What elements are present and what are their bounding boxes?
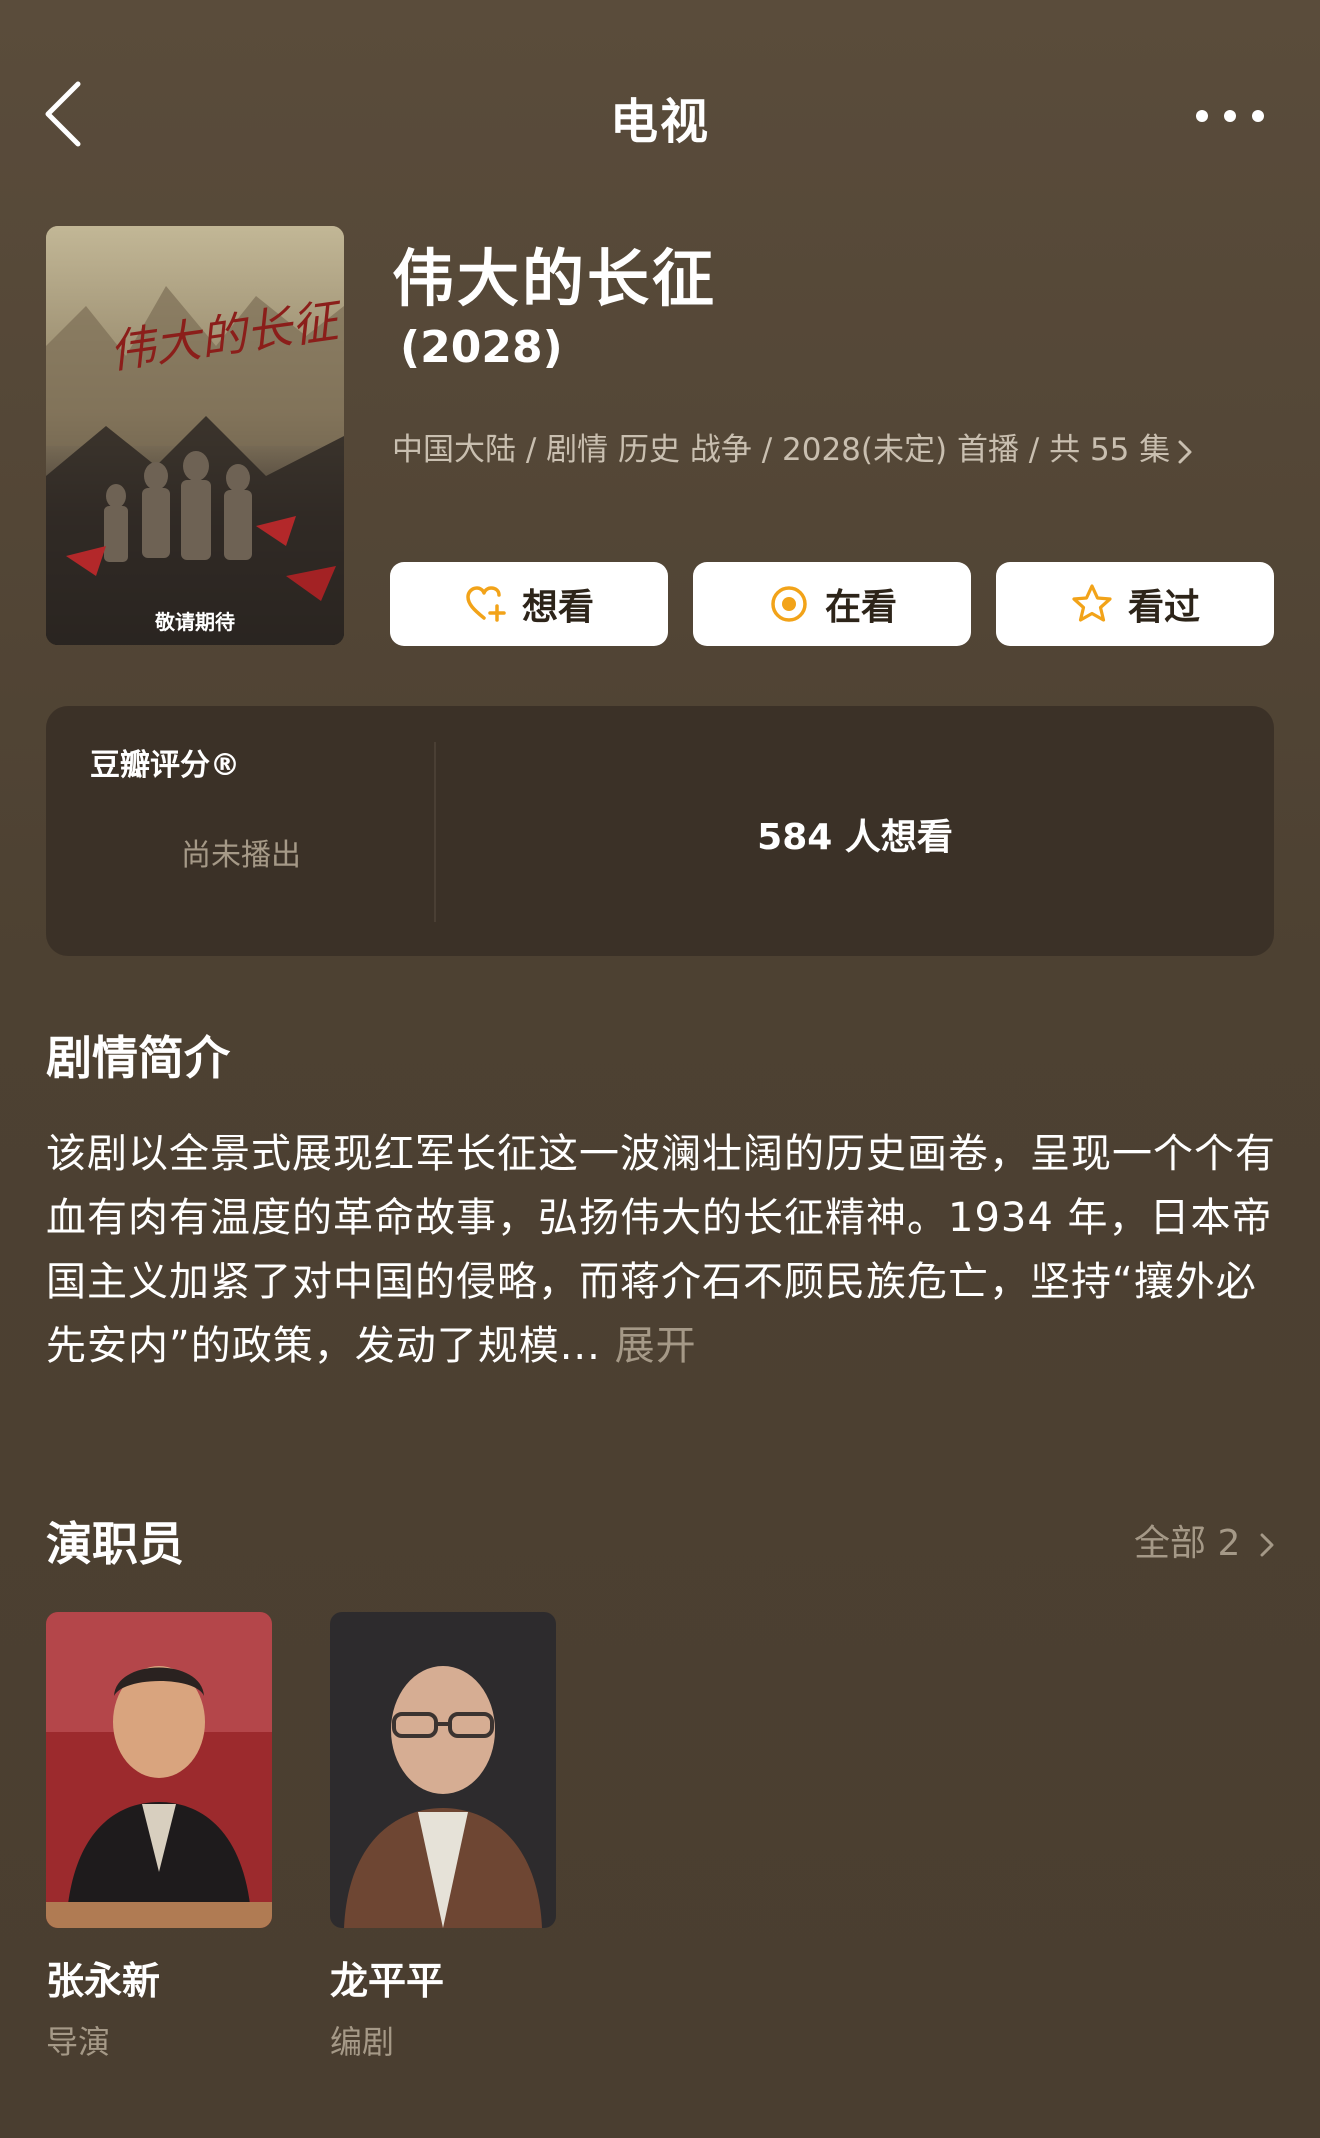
show-year: (2028) [400, 322, 563, 373]
page-title: 电视 [609, 94, 710, 150]
cast-role: 导演 [46, 2023, 111, 2061]
cast-member-card[interactable]: 张永新 导演 [46, 1612, 272, 2063]
watching-button[interactable]: 在看 [693, 562, 971, 646]
rating-status: 尚未播出 [181, 838, 301, 873]
more-dots-icon [1196, 110, 1264, 122]
see-all-cast-link[interactable]: 全部 2 [1134, 1514, 1276, 1566]
cast-name: 张永新 [46, 1959, 161, 2003]
cast-name: 龙平平 [330, 1959, 445, 2003]
cast-photo [330, 1612, 556, 1928]
chevron-right-icon [1178, 440, 1192, 463]
chevron-right-icon [1260, 1533, 1274, 1557]
page: 电视 伟大的长征 敬请期待 伟大的长征 (2028) 中国大陆 / 剧情 历史 … [0, 0, 1320, 2138]
synopsis-text-block: 该剧以全景式展现红军长征这一波澜壮阔的历史画卷，呈现一个个有血有肉有温度的革命故… [46, 1122, 1276, 1378]
poster-image[interactable]: 伟大的长征 敬请期待 [46, 226, 344, 645]
cast-member-card[interactable]: 龙平平 编剧 [330, 1612, 556, 2063]
cast-photo [46, 1612, 272, 1928]
poster-artwork: 伟大的长征 [46, 226, 344, 645]
expand-synopsis-link[interactable]: 展开 [615, 1323, 697, 1369]
cast-role: 编剧 [330, 2023, 395, 2061]
see-all-label: 全部 2 [1134, 1523, 1241, 1564]
want-to-watch-button[interactable]: 想看 [390, 562, 668, 646]
cast-heading: 演职员 [46, 1517, 184, 1571]
show-meta-link[interactable]: 中国大陆 / 剧情 历史 战争 / 2028(未定) 首播 / 共 55 集 [392, 424, 1194, 469]
heart-plus-icon [466, 586, 506, 622]
rating-card: 豆瓣评分® 尚未播出 584 人想看 [46, 706, 1274, 956]
watched-label: 看过 [1127, 587, 1200, 628]
want-count: 584 人想看 [757, 817, 953, 858]
want-to-watch-label: 想看 [521, 587, 594, 628]
poster-caption: 敬请期待 [155, 610, 235, 634]
watching-label: 在看 [824, 587, 897, 628]
star-icon [1072, 584, 1112, 622]
douban-rating-label: 豆瓣评分® [90, 748, 240, 783]
more-options-button[interactable] [1190, 96, 1270, 136]
watched-button[interactable]: 看过 [996, 562, 1274, 646]
target-circle-icon [771, 586, 807, 622]
show-title: 伟大的长征 [392, 242, 718, 315]
synopsis-heading: 剧情简介 [46, 1031, 230, 1085]
show-meta-text: 中国大陆 / 剧情 历史 战争 / 2028(未定) 首播 / 共 55 集 [392, 432, 1171, 468]
